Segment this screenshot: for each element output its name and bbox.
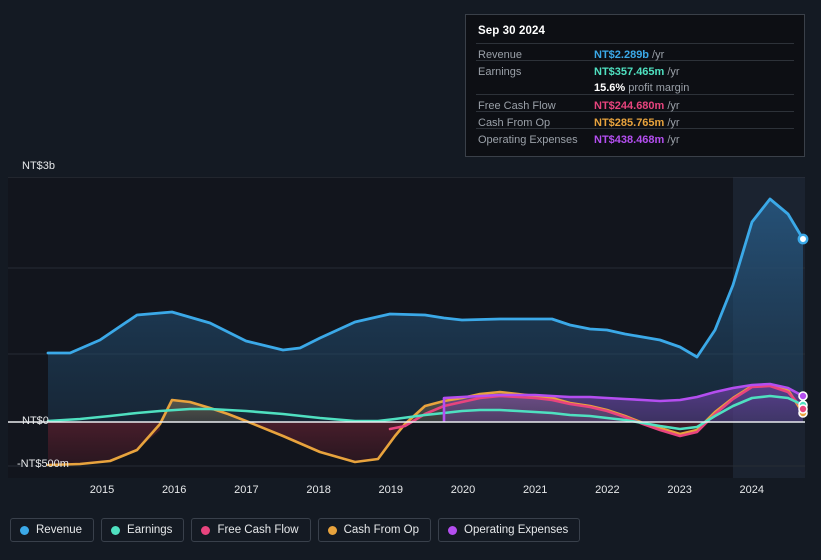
tooltip-row-unit: profit margin	[628, 82, 690, 94]
revenue-area	[48, 199, 803, 422]
tooltip-row-value-wrap: 15.6% profit margin	[594, 78, 689, 96]
tooltip-row-value: NT$244.680m	[594, 100, 665, 112]
legend-item-label: Revenue	[36, 524, 83, 536]
legend-color-dot-icon	[201, 525, 211, 535]
tooltip-row: 15.6% profit margin	[476, 77, 794, 94]
legend-color-dot-icon	[111, 525, 121, 535]
tooltip-row-label: Cash From Op	[478, 117, 551, 129]
tooltip-row: Earnings NT$357.465m/yr	[476, 60, 794, 78]
tooltip-row-value: NT$285.765m	[594, 117, 665, 129]
y-axis-label-negative: -NT$500m	[17, 458, 69, 470]
tooltip-date: Sep 30 2024	[478, 25, 545, 37]
x-axis-tick-2024: 2024	[739, 484, 765, 496]
tooltip-row-unit: /yr	[667, 134, 680, 146]
x-axis-tick-2022: 2022	[595, 484, 620, 496]
x-axis-tick-2021: 2021	[522, 484, 548, 496]
tooltip-row-unit: /yr	[667, 66, 680, 78]
legend-item-earnings[interactable]: Earnings	[101, 518, 185, 542]
y-axis-label-zero: NT$0	[22, 415, 49, 427]
chart-page: NT$3b NT$0 -NT$500m 2015 2016 2017 2018 2019…	[0, 0, 821, 560]
tooltip-row-value-wrap: NT$244.680m/yr	[594, 96, 680, 114]
x-axis-tick-2020: 2020	[450, 484, 476, 496]
legend-item-label: Operating Expenses	[464, 524, 569, 536]
tooltip-row-value: NT$357.465m	[594, 66, 665, 78]
tooltip-row: Free Cash Flow NT$244.680m/yr	[476, 94, 794, 114]
tooltip-row-value-wrap: NT$285.765m/yr	[594, 113, 680, 131]
tooltip-row-value-wrap: NT$438.468m/yr	[594, 130, 680, 148]
legend-color-dot-icon	[448, 525, 458, 535]
x-axis-tick-2019: 2019	[378, 484, 404, 496]
legend-item-label: Cash From Op	[343, 524, 420, 536]
x-axis-tick-2016: 2016	[161, 484, 187, 496]
tooltip-row: Revenue NT$2.289b/yr	[476, 43, 794, 63]
x-axis-tick-2017: 2017	[234, 484, 259, 496]
data-tooltip-panel: Sep 30 2024 Revenue NT$2.289b/yr Earnings N…	[465, 14, 805, 157]
tooltip-row-value: NT$2.289b	[594, 49, 650, 61]
legend-color-dot-icon	[327, 525, 337, 535]
legend-item-label: Free Cash Flow	[217, 524, 299, 536]
tooltip-rows: Revenue NT$2.289b/yr Earnings NT$357.465m/y…	[476, 43, 794, 148]
revenue-endpoint-marker	[797, 233, 809, 245]
legend-item-cash-from-op[interactable]: Cash From Op	[317, 518, 432, 542]
legend-item-label: Earnings	[127, 524, 173, 536]
tooltip-row-value: 15.6%	[594, 82, 626, 94]
x-axis-tick-2018: 2018	[306, 484, 331, 496]
tooltip-row: Operating Expenses NT$438.468m/yr	[476, 128, 794, 148]
tooltip-row-label: Operating Expenses	[478, 134, 578, 146]
x-axis-tick-2023: 2023	[667, 484, 692, 496]
legend-item-operating-expenses[interactable]: Operating Expenses	[438, 518, 581, 542]
y-axis-label-top: NT$3b	[22, 160, 56, 172]
legend-item-revenue[interactable]: Revenue	[10, 518, 95, 542]
tooltip-row-value-wrap: NT$2.289b/yr	[594, 45, 664, 63]
tooltip-row-unit: /yr	[667, 117, 680, 129]
tooltip-row-value: NT$438.468m	[594, 134, 665, 146]
tooltip-row: Cash From Op NT$285.765m/yr	[476, 111, 794, 131]
tooltip-row-unit: /yr	[652, 49, 665, 61]
legend-item-free-cash-flow[interactable]: Free Cash Flow	[191, 518, 311, 542]
x-axis-tick-2015: 2015	[89, 484, 115, 496]
freecashflow-endpoint-marker	[798, 404, 808, 414]
opex-endpoint-marker	[798, 391, 808, 401]
tooltip-row-unit: /yr	[667, 100, 680, 112]
chart-legend: Revenue Earnings Free Cash Flow Cash From O…	[10, 518, 581, 542]
tooltip-row-label: Free Cash Flow	[478, 100, 556, 112]
tooltip-row-label: Earnings	[478, 66, 522, 78]
legend-color-dot-icon	[20, 525, 29, 535]
tooltip-row-label: Revenue	[478, 49, 523, 61]
